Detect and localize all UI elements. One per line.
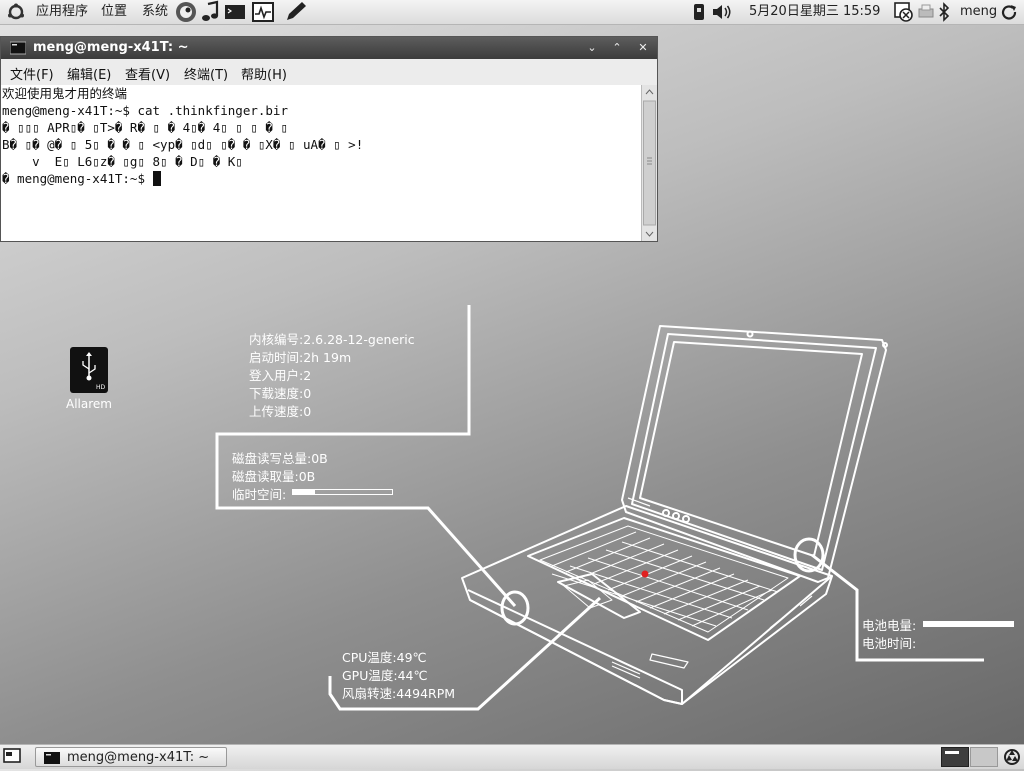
clock[interactable]: 5月20日星期三 15:59 <box>749 0 880 24</box>
terminal-scrollbar[interactable] <box>641 85 657 241</box>
window-menu-chevron-down-icon[interactable]: ⌄ <box>582 40 602 56</box>
terminal-line: v E▯ L6▯z� ▯g▯ 8▯ � D▯ � K▯ <box>2 154 243 169</box>
terminal-menubar: 文件(F) 编辑(E) 查看(V) 终端(T) 帮助(H) <box>1 59 657 86</box>
text-editor-launcher-icon[interactable] <box>283 0 309 24</box>
terminal-icon <box>44 752 60 764</box>
workspace-window-thumb <box>945 751 959 754</box>
show-desktop-icon[interactable] <box>3 748 21 765</box>
usb-drive-icon[interactable]: HD <box>70 347 108 393</box>
trackpoint <box>641 570 649 578</box>
terminal-window[interactable]: meng@meng-x41T: ~ ⌄ ⌃ ✕ 文件(F) 编辑(E) 查看(V… <box>0 36 658 242</box>
window-maximize-chevron-up-icon[interactable]: ⌃ <box>607 40 627 56</box>
disk-info: 磁盘读写总量:0B 磁盘读取量:0B 临时空间: <box>232 450 328 504</box>
scroll-down-arrow-icon <box>645 231 654 237</box>
system-monitor-launcher-icon[interactable] <box>251 0 275 24</box>
trash-icon[interactable] <box>1002 747 1022 767</box>
top-panel: 应用程序 位置 系统 5月20日星期三 15:59 meng <box>0 0 1024 25</box>
disk-read: 磁盘读取量:0B <box>232 469 316 484</box>
window-close-icon[interactable]: ✕ <box>633 40 653 56</box>
menu-applications[interactable]: 应用程序 <box>36 0 88 24</box>
terminal-titlebar[interactable]: meng@meng-x41T: ~ ⌄ ⌃ ✕ <box>1 37 657 59</box>
text-cursor <box>152 171 161 186</box>
battery-fill <box>924 622 1013 626</box>
window-title: meng@meng-x41T: ~ <box>33 40 189 55</box>
terminal-launcher-icon[interactable] <box>224 0 246 24</box>
gimp-launcher-icon[interactable] <box>174 0 198 24</box>
network-icon[interactable] <box>692 0 706 24</box>
terminal-prompt: � meng@meng-x41T:~$ <box>2 171 153 186</box>
highlight-circle <box>500 590 530 626</box>
menu-file[interactable]: 文件(F) <box>10 64 54 83</box>
window-list-icon[interactable] <box>893 0 915 24</box>
battery-bar <box>923 621 1014 627</box>
usb-drive-label[interactable]: Allarem <box>58 397 120 411</box>
menu-terminal[interactable]: 终端(T) <box>184 64 228 83</box>
terminal-line: meng@meng-x41T:~$ cat .thinkfinger.bir <box>2 103 288 118</box>
system-info: 内核编号:2.6.28-12-generic 启动时间:2h 19m 登入用户:… <box>249 331 415 421</box>
temp-space-bar <box>292 489 393 495</box>
disk-total-io: 磁盘读写总量:0B <box>232 451 328 466</box>
shutdown-icon[interactable] <box>1000 0 1018 24</box>
laptop-illustration <box>461 325 888 705</box>
workspace-1[interactable] <box>941 747 969 767</box>
menu-view[interactable]: 查看(V) <box>125 64 170 83</box>
menu-help[interactable]: 帮助(H) <box>241 64 287 83</box>
music-launcher-icon[interactable] <box>200 0 222 24</box>
fan-speed: 风扇转速:4494RPM <box>342 686 456 701</box>
ubuntu-logo-icon[interactable] <box>6 3 26 21</box>
bottom-panel: meng@meng-x41T: ~ <box>0 744 1024 769</box>
terminal-line: � ▯▯▯ APR▯� ▯T>� R� ▯ � 4▯� 4▯ ▯ ▯ � ▯ <box>2 120 288 135</box>
upload-speed: 上传速度:0 <box>249 404 312 419</box>
download-speed: 下载速度:0 <box>249 386 312 401</box>
workspace-2[interactable] <box>970 747 998 767</box>
svg-text:HD: HD <box>96 384 106 391</box>
bluetooth-icon[interactable] <box>937 0 951 24</box>
taskbar-terminal-label: meng@meng-x41T: ~ <box>67 750 210 765</box>
terminal-line: 欢迎使用鬼才用的终端 <box>2 86 128 101</box>
battery-info: 电池电量: 电池时间: <box>862 617 916 653</box>
terminal-line: B� ▯� @� ▯ 5▯ � � ▯ <yp� ▯d▯ ▯� � ▯X� ▯ … <box>2 137 364 152</box>
volume-icon[interactable] <box>711 0 731 24</box>
user-name[interactable]: meng <box>960 0 997 24</box>
kernel-version: 内核编号:2.6.28-12-generic <box>249 332 415 347</box>
uptime: 启动时间:2h 19m <box>249 350 352 365</box>
temp-space-fill <box>293 490 315 494</box>
battery-time: 电池时间: <box>862 636 917 651</box>
scroll-up-arrow-icon <box>645 89 654 95</box>
menu-places[interactable]: 位置 <box>101 0 127 24</box>
menu-edit[interactable]: 编辑(E) <box>67 64 111 83</box>
terminal-prompt-line[interactable]: � meng@meng-x41T:~$ <box>1 170 641 187</box>
highlight-circle <box>793 537 825 573</box>
sensor-info: CPU温度:49℃ GPU温度:44℃ 风扇转速:4494RPM <box>342 649 455 703</box>
terminal-app-icon <box>10 41 26 55</box>
scroll-thumb <box>643 100 656 226</box>
menu-system[interactable]: 系统 <box>142 0 168 24</box>
gpu-temp: GPU温度:44℃ <box>342 668 428 683</box>
logged-users: 登入用户:2 <box>249 368 312 383</box>
cpu-temp: CPU温度:49℃ <box>342 650 427 665</box>
terminal-output[interactable]: 欢迎使用鬼才用的终端 meng@meng-x41T:~$ cat .thinkf… <box>1 85 641 241</box>
battery-charge-label: 电池电量: <box>862 618 917 633</box>
taskbar-terminal-button[interactable]: meng@meng-x41T: ~ <box>35 747 227 767</box>
printer-icon[interactable] <box>917 0 935 24</box>
